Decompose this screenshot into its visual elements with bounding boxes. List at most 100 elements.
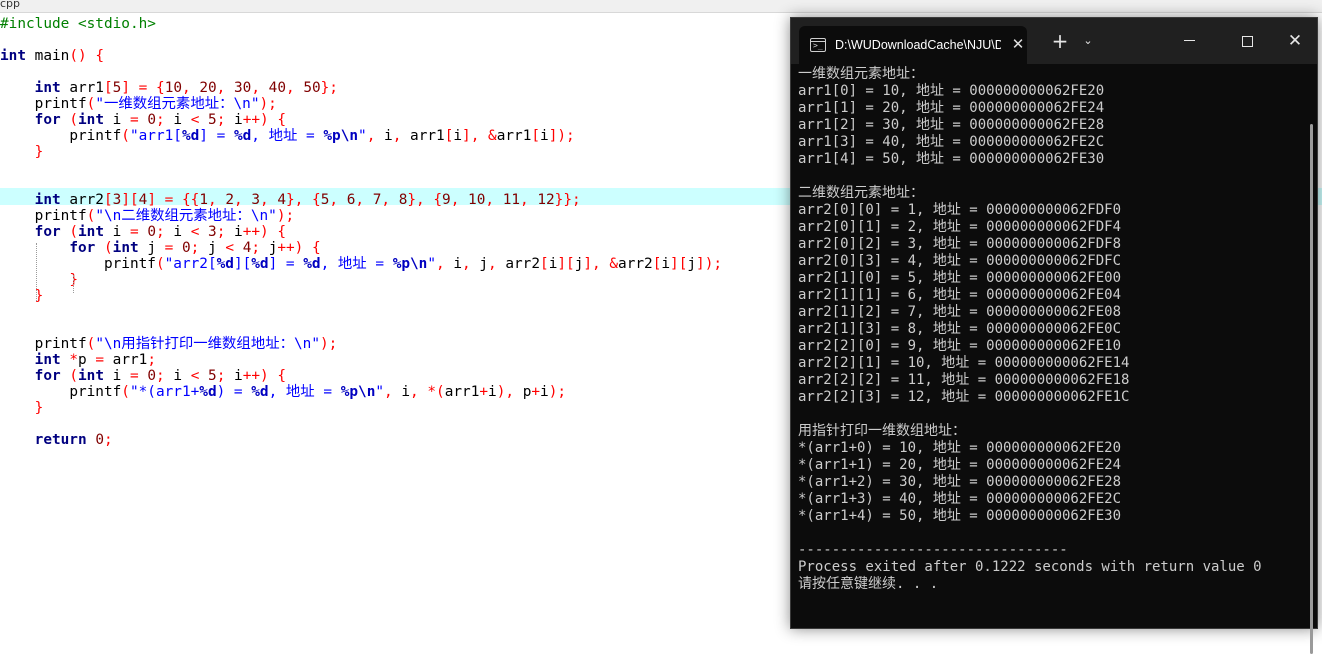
code-token: ][ xyxy=(557,256,575,272)
code-token: { xyxy=(277,112,287,128)
dropdown-chevron-icon[interactable]: ⌄ xyxy=(1077,30,1099,52)
code-line[interactable]: #include <stdio.h> xyxy=(0,16,156,32)
close-window-button[interactable]: ✕ xyxy=(1279,30,1311,52)
terminal-line: arr2[1][3] = 8, 地址 = 000000000062FE0C xyxy=(798,321,1122,337)
code-token: ( xyxy=(86,208,96,224)
terminal-line: arr2[1][0] = 5, 地址 = 000000000062FE00 xyxy=(798,270,1122,286)
code-token: for xyxy=(34,224,61,240)
code-line[interactable]: printf("arr1[%d] = %d, 地址 = %p\n", i, ar… xyxy=(0,128,574,144)
terminal-line: arr2[0][2] = 3, 地址 = 000000000062FDF8 xyxy=(798,236,1122,252)
minimize-button[interactable] xyxy=(1173,30,1205,52)
code-token: , xyxy=(520,192,538,208)
code-line[interactable]: printf("一维数组元素地址：\n"); xyxy=(0,96,277,112)
code-token: int xyxy=(34,80,61,96)
tab-close-icon[interactable]: ✕ xyxy=(1009,35,1027,53)
code-token: ( xyxy=(103,240,113,256)
code-token: ); xyxy=(548,384,567,400)
editor-tab-label[interactable]: cpp xyxy=(0,0,20,10)
code-line[interactable]: int arr2[3][4] = {{1, 2, 3, 4}, {5, 6, 7… xyxy=(0,192,581,208)
code-token: } xyxy=(34,144,44,160)
console-window[interactable]: >_ D:\WUDownloadCache\NJU\Dev-Cpp ✕ + ⌄ … xyxy=(790,17,1318,654)
code-line[interactable]: int *p = arr1; xyxy=(0,352,156,368)
code-line[interactable]: for (int i = 0; i < 5; i++) { xyxy=(0,112,286,128)
indent-guide xyxy=(36,243,37,301)
code-line[interactable]: } xyxy=(0,272,78,288)
code-token: int xyxy=(78,368,104,384)
code-token: ][ xyxy=(233,256,252,272)
terminal-line: arr2[1][1] = 6, 地址 = 000000000062FE04 xyxy=(798,287,1122,303)
terminal-line: arr1[1] = 20, 地址 = 000000000062FE24 xyxy=(798,100,1105,116)
terminal-output[interactable]: 一维数组元素地址： arr1[0] = 10, 地址 = 000000000062… xyxy=(791,64,1317,654)
code-line[interactable]: return 0; xyxy=(0,432,113,448)
code-token: + xyxy=(531,384,541,400)
code-token: i xyxy=(104,224,130,240)
code-token: }, xyxy=(407,192,425,208)
code-token: , 地址 = xyxy=(251,128,324,144)
code-line[interactable]: printf("*(arr1+%d) = %d, 地址 = %p\n", i, … xyxy=(0,384,566,400)
code-token: 0 xyxy=(95,432,104,448)
code-line[interactable]: } xyxy=(0,400,44,416)
code-token: ( xyxy=(86,336,96,352)
code-token: i xyxy=(104,368,130,384)
terminal-line: arr1[4] = 50, 地址 = 000000000062FE30 xyxy=(798,151,1105,167)
code-token: i xyxy=(488,384,497,400)
code-token: 10 xyxy=(468,192,486,208)
code-line[interactable]: printf("arr2[%d][%d] = %d, 地址 = %p\n", i… xyxy=(0,256,722,272)
code-token: %d xyxy=(199,384,217,400)
console-titlebar[interactable]: >_ D:\WUDownloadCache\NJU\Dev-Cpp ✕ + ⌄ … xyxy=(791,18,1317,64)
code-line[interactable]: for (int j = 0; j < 4; j++) { xyxy=(0,240,321,256)
terminal-line: *(arr1+1) = 20, 地址 = 000000000062FE24 xyxy=(798,457,1122,473)
code-token: ) = xyxy=(216,384,252,400)
terminal-line: 一维数组元素地址： xyxy=(798,66,924,82)
code-token: return xyxy=(34,432,87,448)
code-token: i xyxy=(164,368,191,384)
terminal-tab[interactable]: >_ D:\WUDownloadCache\NJU\Dev-Cpp ✕ xyxy=(799,26,1027,64)
code-token: 3 xyxy=(251,192,261,208)
code-token: & xyxy=(488,128,497,144)
code-line[interactable]: int arr1[5] = {10, 20, 30, 40, 50}; xyxy=(0,80,338,96)
code-line[interactable]: for (int i = 0; i < 3; i++) { xyxy=(0,224,286,240)
code-token: arr2 xyxy=(496,256,541,272)
code-token: [ xyxy=(103,80,113,96)
terminal-line: arr2[1][2] = 7, 地址 = 000000000062FE08 xyxy=(798,304,1122,320)
code-token: [ xyxy=(531,128,541,144)
terminal-scrollbar[interactable] xyxy=(1310,124,1313,654)
maximize-button[interactable] xyxy=(1231,30,1263,52)
code-token: , xyxy=(410,384,419,400)
new-tab-button[interactable]: + xyxy=(1049,30,1071,52)
code-token: [ xyxy=(103,192,113,208)
code-line[interactable]: int main() { xyxy=(0,48,104,64)
code-token: 12 xyxy=(537,192,555,208)
code-token: %d xyxy=(303,256,321,272)
code-token: 40 xyxy=(268,80,286,96)
code-token: , xyxy=(234,192,252,208)
code-token: , xyxy=(260,192,278,208)
code-token: } xyxy=(34,400,44,416)
code-token: arr1 xyxy=(496,128,532,144)
code-token: { xyxy=(312,240,321,256)
code-token: int xyxy=(78,224,104,240)
terminal-line: *(arr1+3) = 40, 地址 = 000000000062FE2C xyxy=(798,491,1122,507)
terminal-line: arr1[0] = 10, 地址 = 000000000062FE20 xyxy=(798,83,1105,99)
code-token: i xyxy=(661,256,671,272)
code-token: , 地址 = xyxy=(268,384,341,400)
code-token: i xyxy=(225,368,243,384)
code-line[interactable]: } xyxy=(0,144,44,160)
code-line[interactable]: for (int i = 0; i < 5; i++) { xyxy=(0,368,286,384)
code-token: printf xyxy=(69,384,122,400)
code-line[interactable]: printf("\n二维数组元素地址：\n"); xyxy=(0,208,294,224)
code-token: arr1 xyxy=(444,384,480,400)
code-line[interactable]: printf("\n用指针打印一维数组地址：\n"); xyxy=(0,336,338,352)
code-token: "\n二维数组元素地址：\n" xyxy=(95,208,277,224)
